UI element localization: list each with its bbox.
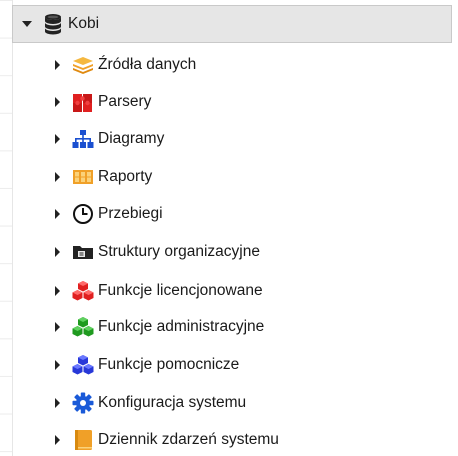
tree-item-dziennik-zdarzen-systemu[interactable]: Dziennik zdarzeń systemu — [55, 425, 279, 455]
tree-item-konfiguracja-systemu[interactable]: Konfiguracja systemu — [55, 388, 246, 418]
tree-item-label: Raporty — [98, 168, 153, 186]
tree-item-funkcje-administracyjne[interactable]: Funkcje administracyjne — [55, 312, 264, 342]
tree-item-diagramy[interactable]: Diagramy — [55, 124, 164, 154]
tree-item-funkcje-pomocnicze[interactable]: Funkcje pomocnicze — [55, 350, 239, 380]
tree-item-label: Funkcje administracyjne — [98, 318, 265, 336]
hierarchy-icon — [72, 128, 94, 150]
tree-item-label: Diagramy — [98, 130, 165, 148]
stacked-layers-icon — [72, 54, 94, 76]
clock-icon — [72, 203, 94, 225]
folder-icon — [72, 241, 94, 263]
cubes-icon — [72, 280, 94, 302]
tree-view[interactable]: Kobi Źródła danych Parsery Diagramy Rapo… — [0, 0, 458, 456]
tree-item-przebiegi[interactable]: Przebiegi — [55, 199, 163, 229]
expand-arrow-icon[interactable] — [55, 247, 60, 257]
book-icon — [72, 429, 94, 451]
tree-item-label: Przebiegi — [98, 205, 163, 223]
expand-arrow-icon[interactable] — [55, 435, 60, 445]
tree-item-label: Konfiguracja systemu — [98, 394, 247, 412]
tree-item-label: Funkcje licencjonowane — [98, 282, 263, 300]
expand-arrow-icon[interactable] — [55, 60, 60, 70]
expand-arrow-icon[interactable] — [55, 322, 60, 332]
cubes-icon — [72, 354, 94, 376]
expand-arrow-icon[interactable] — [55, 286, 60, 296]
tree-item-zrodla-danych[interactable]: Źródła danych — [55, 50, 196, 80]
expand-arrow-icon[interactable] — [55, 360, 60, 370]
expand-arrow-icon[interactable] — [55, 134, 60, 144]
tree-root-kobi[interactable]: Kobi — [22, 9, 99, 39]
cubes-icon — [72, 316, 94, 338]
report-grid-icon — [72, 166, 94, 188]
tree-item-label: Parsery — [98, 93, 152, 111]
expand-arrow-icon[interactable] — [55, 398, 60, 408]
collapse-arrow-icon[interactable] — [22, 21, 32, 27]
database-icon — [42, 13, 64, 35]
expand-arrow-icon[interactable] — [55, 172, 60, 182]
tree-item-label: Funkcje pomocnicze — [98, 356, 240, 374]
tree-item-label: Źródła danych — [98, 56, 197, 74]
tree-item-label: Dziennik zdarzeń systemu — [98, 431, 279, 449]
tree-root-label: Kobi — [68, 15, 100, 33]
gear-icon — [72, 392, 94, 414]
puzzle-icon — [72, 91, 94, 113]
tree-item-funkcje-licencjonowane[interactable]: Funkcje licencjonowane — [55, 276, 263, 306]
tree-item-raporty[interactable]: Raporty — [55, 162, 152, 192]
tree-item-parsery[interactable]: Parsery — [55, 87, 151, 117]
expand-arrow-icon[interactable] — [55, 97, 60, 107]
expand-arrow-icon[interactable] — [55, 209, 60, 219]
tree-item-struktury-organizacyjne[interactable]: Struktury organizacyjne — [55, 237, 260, 267]
tree-item-label: Struktury organizacyjne — [98, 243, 260, 261]
